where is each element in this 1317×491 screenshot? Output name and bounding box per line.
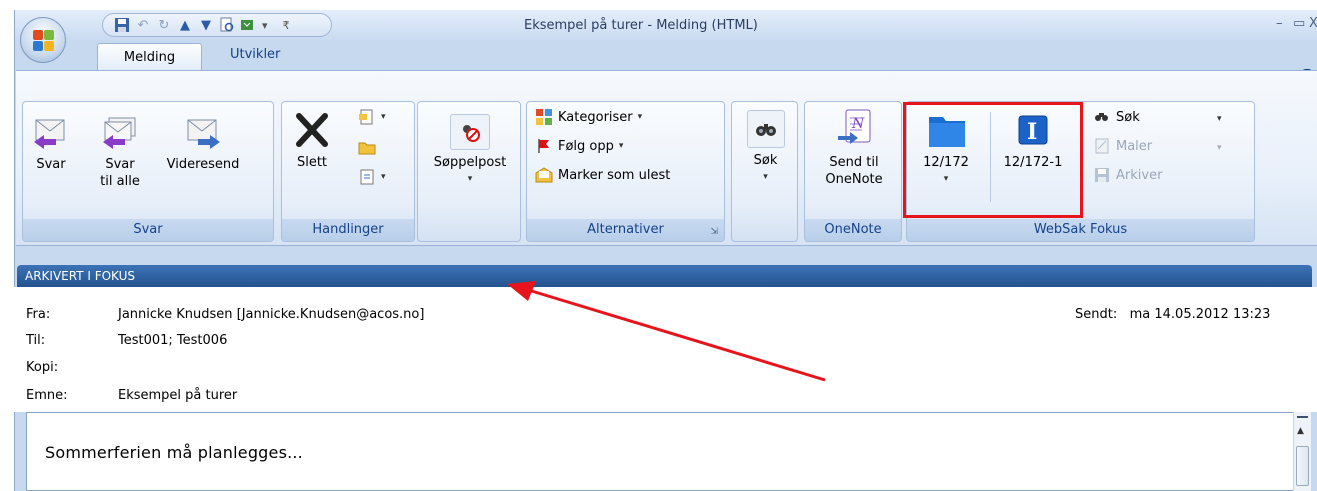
annotation-arrow xyxy=(507,281,826,382)
